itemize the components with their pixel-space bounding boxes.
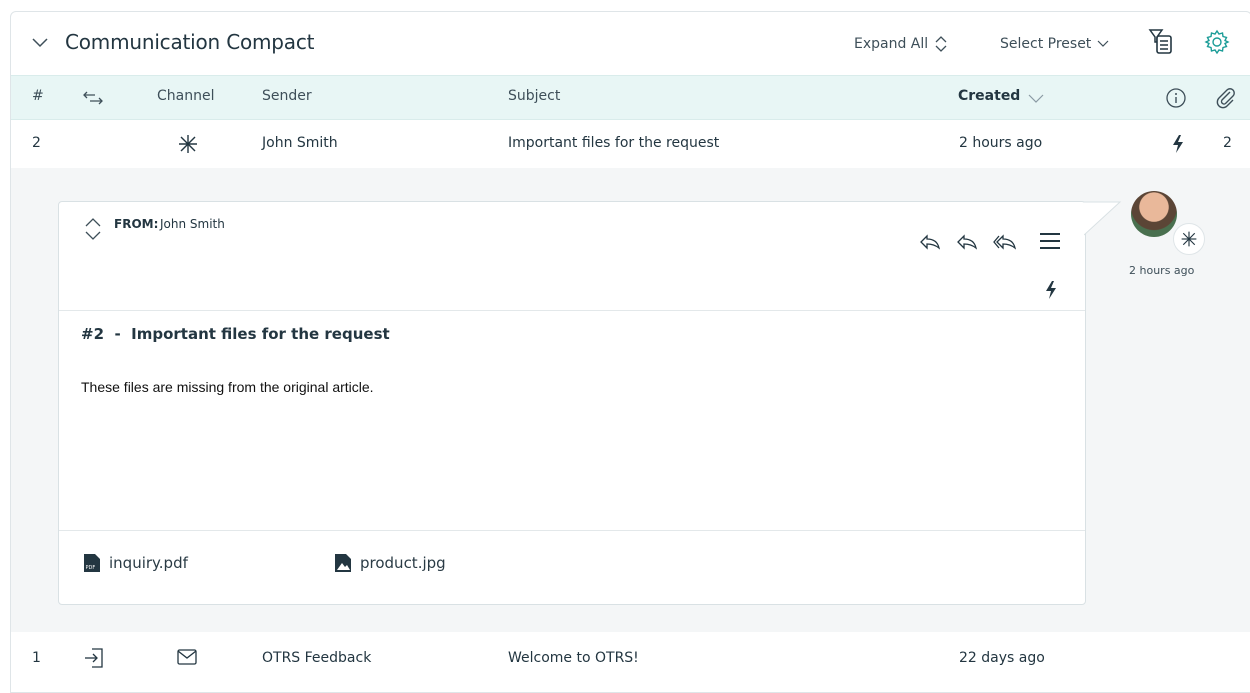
attachments-bar: PDF inquiry.pdf product.jpg <box>59 531 1085 604</box>
column-channel[interactable]: Channel <box>157 88 214 104</box>
article-time: 2 hours ago <box>1129 264 1195 277</box>
select-preset-label: Select Preset <box>1000 36 1092 52</box>
widget-title: Communication Compact <box>65 30 315 54</box>
avatar <box>1131 191 1177 237</box>
article-text: These files are missing from the origina… <box>81 379 374 395</box>
column-sender[interactable]: Sender <box>262 88 312 104</box>
lightning-icon <box>1173 135 1183 153</box>
pdf-icon: PDF <box>84 554 100 572</box>
article-body: #2 - Important files for the request The… <box>59 311 1085 531</box>
internal-asterisk-icon <box>1181 231 1197 247</box>
lightning-icon <box>1046 281 1056 299</box>
reply-all-icon[interactable] <box>956 233 978 251</box>
svg-text:PDF: PDF <box>86 565 96 571</box>
article-title: #2 - Important files for the request <box>81 325 390 343</box>
attachment-link[interactable]: product.jpg <box>334 553 446 573</box>
row-number: 1 <box>32 650 41 666</box>
collapse-expand-icon[interactable] <box>84 217 102 241</box>
table-row[interactable]: 2 John Smith Important files for the req… <box>11 119 1250 167</box>
from-label: FROM: <box>114 217 159 231</box>
attachment-link[interactable]: PDF inquiry.pdf <box>83 553 188 573</box>
column-subject[interactable]: Subject <box>508 88 560 104</box>
widget-header: Communication Compact Expand All Select … <box>11 12 1250 75</box>
expanded-article-area: FROM: John Smith #2 - Important files fo… <box>11 168 1250 632</box>
chevron-down-icon[interactable] <box>31 36 49 48</box>
article-header: FROM: John Smith <box>59 202 1085 311</box>
row-created: 2 hours ago <box>959 135 1043 151</box>
paperclip-icon[interactable] <box>1215 87 1237 109</box>
column-created[interactable]: Created <box>958 88 1020 104</box>
direction-arrows-icon[interactable] <box>81 91 105 105</box>
from-name: John Smith <box>160 217 225 231</box>
row-sender: John Smith <box>262 135 338 151</box>
reply-icon[interactable] <box>919 233 941 251</box>
row-attachment-count: 2 <box>1223 135 1232 151</box>
row-subject: Welcome to OTRS! <box>508 650 639 666</box>
row-subject: Important files for the request <box>508 135 720 151</box>
attachment-name: product.jpg <box>360 554 446 572</box>
speech-notch <box>1084 201 1122 236</box>
filter-list-icon[interactable] <box>1148 28 1174 56</box>
article-card: FROM: John Smith #2 - Important files fo… <box>58 201 1086 605</box>
info-icon[interactable] <box>1165 87 1187 109</box>
expand-all-button[interactable]: Expand All <box>854 36 948 52</box>
email-icon <box>177 649 197 665</box>
forward-icon[interactable] <box>993 233 1017 251</box>
row-sender: OTRS Feedback <box>262 650 372 666</box>
channel-badge <box>1173 223 1205 255</box>
image-icon <box>335 554 351 572</box>
column-number[interactable]: # <box>32 88 44 104</box>
menu-icon[interactable] <box>1039 231 1061 251</box>
row-number: 2 <box>32 135 41 151</box>
incoming-icon <box>85 648 103 668</box>
attachment-name: inquiry.pdf <box>109 554 188 572</box>
chevron-down-icon <box>1097 40 1109 47</box>
column-header-row: # Channel Sender Subject Created <box>11 75 1250 120</box>
sort-descending-icon[interactable] <box>1028 94 1044 104</box>
gear-icon[interactable] <box>1204 29 1230 55</box>
internal-asterisk-icon <box>179 135 197 153</box>
communication-widget: Communication Compact Expand All Select … <box>10 11 1250 693</box>
select-preset-dropdown[interactable]: Select Preset <box>1000 36 1109 52</box>
expand-collapse-icon <box>935 36 947 52</box>
row-created: 22 days ago <box>959 650 1045 666</box>
expand-all-label: Expand All <box>854 36 929 52</box>
